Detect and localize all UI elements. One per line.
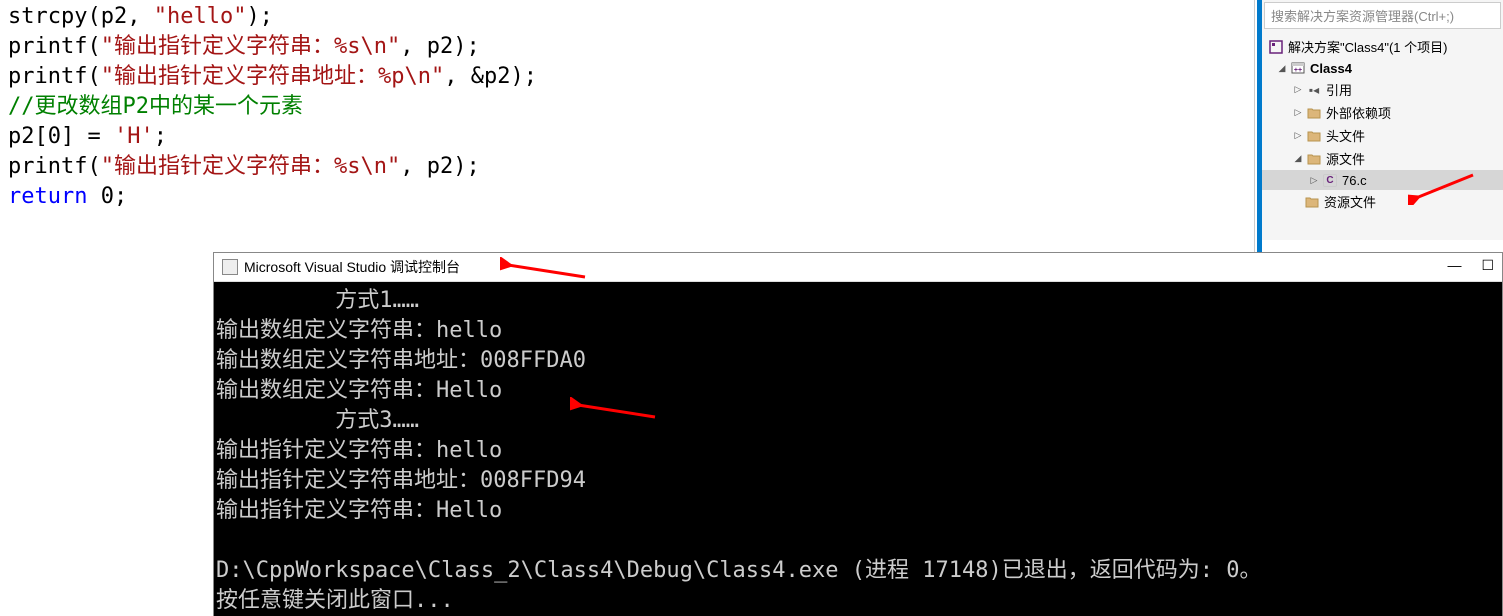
tree-headers[interactable]: ▷ 头文件 — [1262, 124, 1503, 147]
expand-icon[interactable]: ▷ — [1292, 130, 1304, 142]
folder-icon — [1306, 151, 1322, 167]
search-input[interactable]: 搜索解决方案资源管理器(Ctrl+;) — [1264, 2, 1501, 29]
code-line: //更改数组P2中的某一个元素 — [8, 92, 1247, 122]
folder-icon — [1306, 105, 1322, 121]
code-line: printf("输出指针定义字符串：%s\n", p2); — [8, 152, 1247, 182]
resources-label: 资源文件 — [1324, 192, 1376, 211]
solution-label: 解决方案"Class4"(1 个项目) — [1288, 37, 1447, 56]
console-line: 输出数组定义字符串地址：008FFDA0 — [216, 348, 586, 373]
tree-references[interactable]: ▷ ▪◂ 引用 — [1262, 78, 1503, 101]
collapse-icon[interactable]: ◢ — [1276, 62, 1288, 74]
references-label: 引用 — [1326, 80, 1352, 99]
solution-tree[interactable]: 解决方案"Class4"(1 个项目) ◢ ++ Class4 ▷ ▪◂ 引用 … — [1262, 31, 1503, 217]
editor-border — [1254, 0, 1262, 255]
solution-explorer[interactable]: 搜索解决方案资源管理器(Ctrl+;) 解决方案"Class4"(1 个项目) … — [1262, 0, 1503, 240]
console-line: 输出指针定义字符串：Hello — [216, 498, 502, 523]
console-output[interactable]: 方式1…… 输出数组定义字符串：hello 输出数组定义字符串地址：008FFD… — [214, 282, 1502, 616]
console-title-text: Microsoft Visual Studio 调试控制台 — [244, 257, 460, 277]
tree-project[interactable]: ◢ ++ Class4 — [1262, 58, 1503, 78]
tree-file[interactable]: ▷ C 76.c — [1262, 170, 1503, 190]
svg-text:++: ++ — [1294, 67, 1302, 74]
folder-icon — [1304, 194, 1320, 210]
sources-label: 源文件 — [1326, 149, 1365, 168]
console-line: 方式3…… — [216, 408, 419, 433]
maximize-button[interactable]: ☐ — [1481, 257, 1494, 274]
solution-icon — [1268, 39, 1284, 55]
console-line: 输出指针定义字符串地址：008FFD94 — [216, 468, 586, 493]
console-line: 输出指针定义字符串：hello — [216, 438, 502, 463]
code-line: strcpy(p2, "hello"); — [8, 2, 1247, 32]
console-titlebar[interactable]: Microsoft Visual Studio 调试控制台 — ☐ — [214, 253, 1502, 282]
console-line: D:\CppWorkspace\Class_2\Class4\Debug\Cla… — [216, 558, 1261, 583]
console-line: 按任意键关闭此窗口... — [216, 588, 454, 613]
console-line: 输出数组定义字符串：Hello — [216, 378, 502, 403]
console-window[interactable]: Microsoft Visual Studio 调试控制台 — ☐ 方式1…… … — [213, 252, 1503, 616]
code-editor[interactable]: strcpy(p2, "hello"); printf("输出指针定义字符串：%… — [0, 0, 1255, 255]
tree-resources[interactable]: 资源文件 — [1262, 190, 1503, 213]
headers-label: 头文件 — [1326, 126, 1365, 145]
console-line: 方式1…… — [216, 288, 419, 313]
console-icon — [222, 259, 238, 275]
code-line: printf("输出指针定义字符串地址：%p\n", &p2); — [8, 62, 1247, 92]
folder-icon — [1306, 128, 1322, 144]
tree-external[interactable]: ▷ 外部依赖项 — [1262, 101, 1503, 124]
console-line: 输出数组定义字符串：hello — [216, 318, 502, 343]
code-line: return 0; — [8, 182, 1247, 212]
code-line: printf("输出指针定义字符串：%s\n", p2); — [8, 32, 1247, 62]
tree-solution[interactable]: 解决方案"Class4"(1 个项目) — [1262, 35, 1503, 58]
file-label: 76.c — [1342, 173, 1367, 188]
tree-sources[interactable]: ◢ 源文件 — [1262, 147, 1503, 170]
references-icon: ▪◂ — [1306, 82, 1322, 98]
code-line: p2[0] = 'H'; — [8, 122, 1247, 152]
project-icon: ++ — [1290, 60, 1306, 76]
collapse-icon[interactable]: ◢ — [1292, 153, 1304, 165]
expand-icon[interactable]: ▷ — [1292, 107, 1304, 119]
expand-icon[interactable]: ▷ — [1308, 174, 1320, 186]
c-file-icon: C — [1322, 172, 1338, 188]
expand-icon[interactable]: ▷ — [1292, 84, 1304, 96]
external-label: 外部依赖项 — [1326, 103, 1391, 122]
minimize-button[interactable]: — — [1447, 257, 1461, 274]
project-label: Class4 — [1310, 61, 1352, 76]
